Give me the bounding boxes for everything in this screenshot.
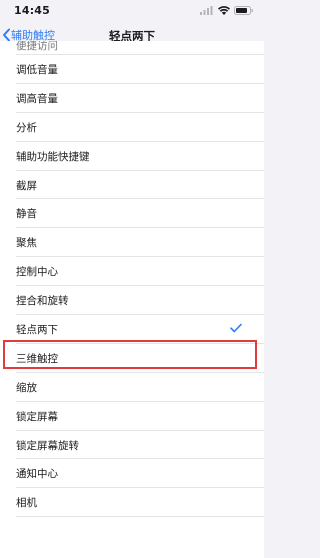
item-label: 截屏 [16,179,37,192]
item-label: 锁定屏幕旋转 [16,439,79,452]
list-item[interactable]: 缩放 [0,373,264,402]
item-label: 缩放 [16,381,37,394]
list-item[interactable]: 截屏 [0,171,264,200]
status-icons [200,5,254,15]
item-label: 便捷访问 [16,41,58,52]
list-item[interactable]: 锁定屏幕 [0,402,264,431]
item-label: 三维触控 [16,352,58,365]
list-item[interactable]: 静音 [0,199,264,229]
list-item[interactable]: 聚焦 [0,228,264,258]
item-label: 静音 [16,208,37,221]
item-label: 捏合和旋转 [16,295,69,308]
status-bar: 14:45 [0,0,264,20]
list-item[interactable]: 三维触控 [0,344,264,373]
list-item[interactable]: 捏合和旋转 [0,286,264,315]
item-label: 聚焦 [16,237,37,250]
list-item[interactable]: 调高音量 [0,84,264,113]
list-item[interactable]: 辅助功能快捷键 [0,142,264,171]
item-label: 锁定屏幕 [16,410,58,423]
item-label: 调高音量 [16,92,58,105]
list-item[interactable]: 调低音量 [0,55,264,84]
item-label: 轻点两下 [16,323,58,336]
list-item[interactable]: 便捷访问 [0,41,264,55]
list-item[interactable]: 锁定屏幕旋转 [0,431,264,460]
battery-icon [234,5,253,15]
item-label: 控制中心 [16,266,58,279]
wifi-icon [218,5,230,15]
item-label: 分析 [16,121,37,134]
list-item-selected[interactable]: 轻点两下 [0,315,264,344]
list-item[interactable]: 控制中心 [0,257,264,287]
item-label: 调低音量 [16,63,58,76]
status-time: 14:45 [14,3,51,17]
checkmark-icon [230,323,242,333]
action-list: 便捷访问 调低音量 调高音量 分析 辅助功能快捷键 截屏 静音 聚焦 控制中心 … [0,41,264,558]
list-item[interactable]: 相机 [0,488,264,518]
list-item[interactable]: 分析 [0,113,264,142]
list-item[interactable]: 通知中心 [0,459,264,489]
cellular-signal-icon [200,5,213,15]
item-label: 辅助功能快捷键 [16,150,90,163]
item-label: 通知中心 [16,468,58,481]
item-label: 相机 [16,497,37,510]
